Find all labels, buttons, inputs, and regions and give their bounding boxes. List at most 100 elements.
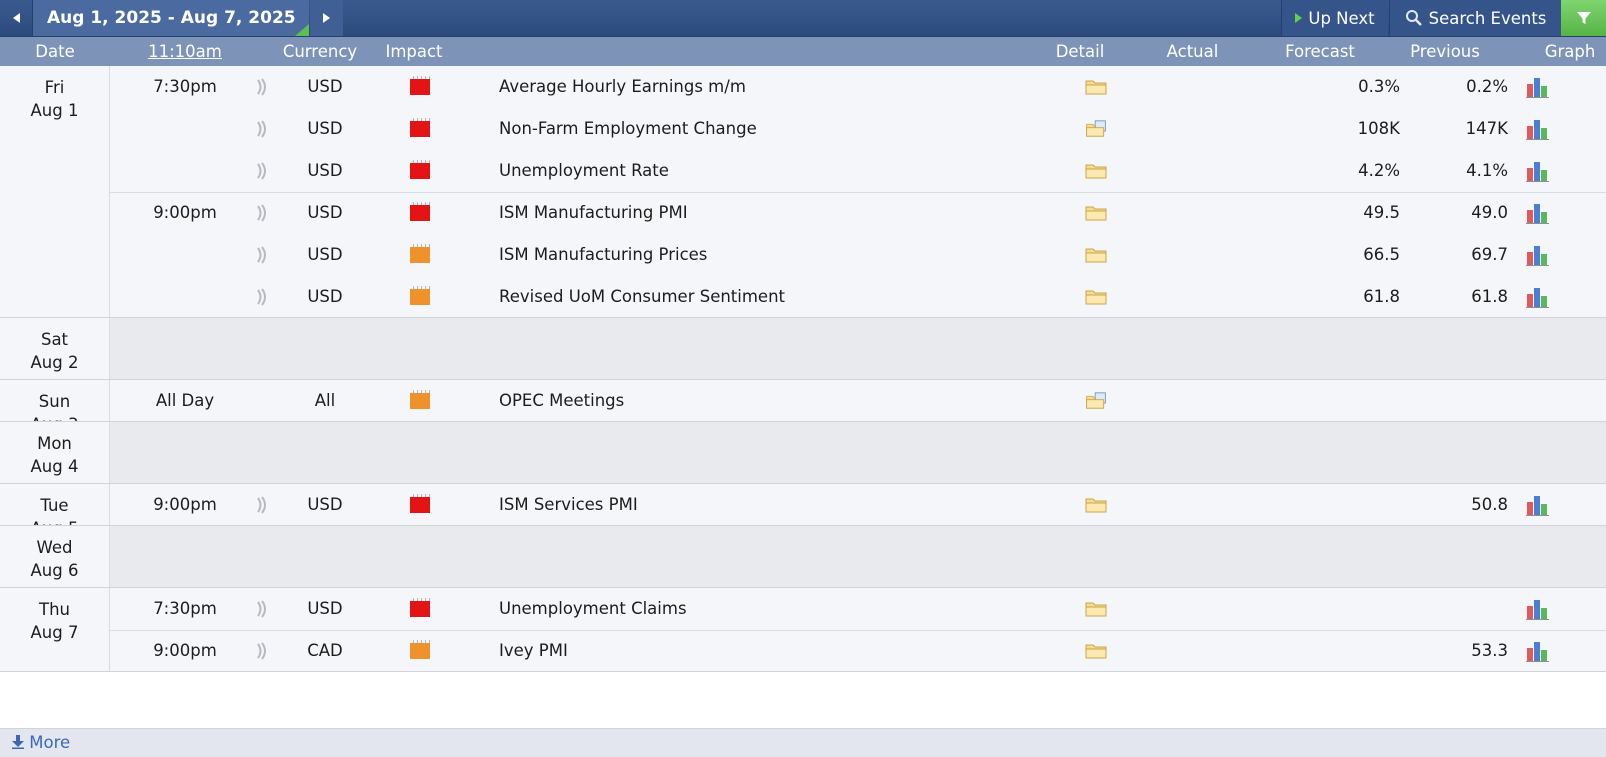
bar-chart-icon[interactable] — [1525, 494, 1551, 516]
graph-cell[interactable] — [1525, 66, 1555, 108]
sound-alert-icon[interactable] — [255, 288, 269, 306]
date-cell: Fri Aug 1 — [0, 66, 110, 318]
event-row[interactable]: 9:00pm USD ISM Manufacturing PMI 49.5 49.0 — [110, 192, 1606, 234]
detail-cell[interactable] — [1085, 588, 1115, 630]
event-name[interactable]: Average Hourly Earnings m/m — [499, 66, 1059, 108]
bar-chart-icon[interactable] — [1525, 244, 1551, 266]
detail-cell[interactable] — [1085, 630, 1115, 672]
event-row[interactable]: USD Non-Farm Employment Change 108K 147K — [110, 108, 1606, 150]
folder-page-icon[interactable] — [1085, 120, 1107, 137]
event-name[interactable]: ISM Services PMI — [499, 484, 1059, 526]
detail-cell[interactable] — [1085, 276, 1115, 318]
alert-cell[interactable] — [255, 108, 279, 150]
weekday-label: Sat — [40, 330, 69, 349]
event-currency: USD — [307, 287, 343, 306]
event-time: 7:30pm — [153, 599, 217, 618]
sound-alert-icon[interactable] — [255, 600, 269, 618]
impact-cell — [410, 66, 434, 108]
bar-chart-icon[interactable] — [1525, 118, 1551, 140]
detail-cell[interactable] — [1085, 484, 1115, 526]
graph-cell[interactable] — [1525, 588, 1555, 630]
bar-chart-icon[interactable] — [1525, 76, 1551, 98]
alert-cell[interactable] — [255, 484, 279, 526]
event-row[interactable]: 7:30pm USD Unemployment Claims — [110, 588, 1606, 630]
sound-alert-icon[interactable] — [255, 120, 269, 138]
sound-alert-icon[interactable] — [255, 204, 269, 222]
event-row[interactable]: USD Unemployment Rate 4.2% 4.1% — [110, 150, 1606, 192]
alert-cell[interactable] — [255, 66, 279, 108]
folder-icon[interactable] — [1085, 204, 1107, 221]
event-name[interactable]: Revised UoM Consumer Sentiment — [499, 276, 1059, 318]
event-name[interactable]: Non-Farm Employment Change — [499, 108, 1059, 150]
search-events-button[interactable]: Search Events — [1389, 0, 1561, 36]
detail-cell[interactable] — [1085, 380, 1115, 422]
event-row[interactable]: 9:00pm USD ISM Services PMI 50.8 — [110, 484, 1606, 526]
folder-page-icon[interactable] — [1085, 392, 1107, 409]
graph-cell[interactable] — [1525, 630, 1555, 672]
event-row[interactable]: All Day All OPEC Meetings — [110, 380, 1606, 422]
up-next-label: Up Next — [1308, 8, 1375, 28]
forecast-value: 49.5 — [1363, 203, 1400, 222]
graph-cell[interactable] — [1525, 234, 1555, 276]
sound-alert-icon[interactable] — [255, 642, 269, 660]
folder-icon[interactable] — [1085, 162, 1107, 179]
folder-icon[interactable] — [1085, 600, 1107, 617]
event-name[interactable]: Unemployment Rate — [499, 150, 1059, 192]
detail-cell[interactable] — [1085, 234, 1115, 276]
alert-cell[interactable] — [255, 276, 279, 318]
forecast-value — [1280, 380, 1400, 422]
bar-chart-icon[interactable] — [1525, 286, 1551, 308]
bar-chart-icon[interactable] — [1525, 598, 1551, 620]
forecast-value — [1280, 484, 1400, 526]
impact-cell — [410, 108, 434, 150]
sound-alert-icon[interactable] — [255, 162, 269, 180]
date-range-selector[interactable]: Aug 1, 2025 - Aug 7, 2025 — [33, 0, 309, 36]
graph-cell[interactable] — [1525, 108, 1555, 150]
event-name[interactable]: ISM Manufacturing PMI — [499, 192, 1059, 234]
folder-icon[interactable] — [1085, 78, 1107, 95]
folder-icon[interactable] — [1085, 496, 1107, 513]
alert-cell[interactable] — [255, 630, 279, 672]
alert-cell[interactable] — [255, 234, 279, 276]
event-row[interactable]: USD Revised UoM Consumer Sentiment 61.8 61.… — [110, 276, 1606, 318]
graph-cell[interactable] — [1525, 192, 1555, 234]
current-time-link[interactable]: 11:10am — [110, 37, 260, 66]
detail-cell[interactable] — [1085, 108, 1115, 150]
event-name[interactable]: ISM Manufacturing Prices — [499, 234, 1059, 276]
event-row[interactable]: 9:00pm CAD Ivey PMI 53.3 — [110, 630, 1606, 672]
folder-icon[interactable] — [1085, 288, 1107, 305]
bar-chart-icon[interactable] — [1525, 202, 1551, 224]
date-label: Aug 4 — [30, 457, 79, 476]
graph-cell[interactable] — [1525, 150, 1555, 192]
sound-alert-icon[interactable] — [255, 78, 269, 96]
bar-chart-icon[interactable] — [1525, 160, 1551, 182]
alert-cell[interactable] — [255, 150, 279, 192]
event-name[interactable]: Ivey PMI — [499, 630, 1059, 672]
graph-cell[interactable] — [1525, 484, 1555, 526]
alert-cell[interactable] — [255, 192, 279, 234]
sound-alert-icon[interactable] — [255, 496, 269, 514]
previous-week-button[interactable] — [0, 0, 33, 36]
folder-icon[interactable] — [1085, 642, 1107, 659]
previous-value: 50.8 — [1471, 495, 1508, 514]
graph-cell[interactable] — [1525, 276, 1555, 318]
event-name[interactable]: Unemployment Claims — [499, 588, 1059, 630]
previous-value: 4.1% — [1466, 161, 1508, 180]
event-row[interactable]: 7:30pm USD Average Hourly Earnings m/m 0.3%… — [110, 66, 1606, 108]
detail-cell[interactable] — [1085, 150, 1115, 192]
folder-icon[interactable] — [1085, 246, 1107, 263]
next-week-button[interactable] — [310, 0, 343, 36]
day-group: Wed Aug 6 — [0, 526, 1606, 588]
event-name[interactable]: OPEC Meetings — [499, 380, 1059, 422]
detail-cell[interactable] — [1085, 192, 1115, 234]
filter-button[interactable] — [1561, 0, 1606, 36]
detail-cell[interactable] — [1085, 66, 1115, 108]
search-events-label: Search Events — [1428, 8, 1547, 28]
more-link[interactable]: More — [0, 728, 1606, 757]
up-next-button[interactable]: Up Next — [1281, 0, 1388, 36]
arrow-left-icon — [12, 13, 20, 23]
sound-alert-icon[interactable] — [255, 246, 269, 264]
bar-chart-icon[interactable] — [1525, 640, 1551, 662]
alert-cell[interactable] — [255, 588, 279, 630]
event-row[interactable]: USD ISM Manufacturing Prices 66.5 69.7 — [110, 234, 1606, 276]
